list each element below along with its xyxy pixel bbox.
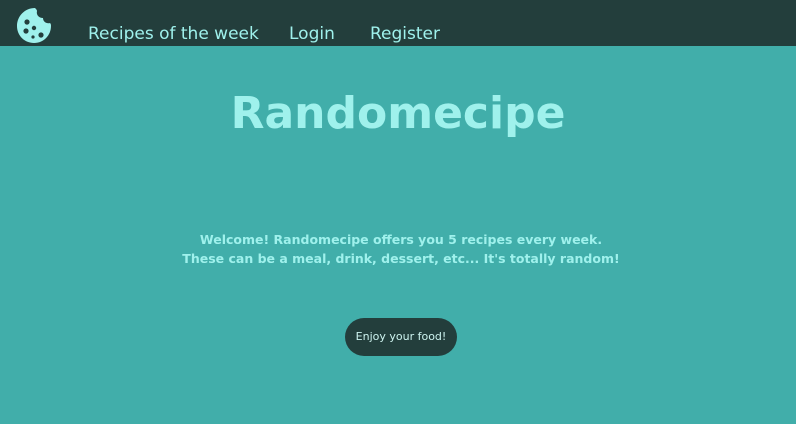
nav-link-login[interactable]: Login — [289, 22, 335, 46]
nav-link-register[interactable]: Register — [370, 22, 440, 46]
top-navbar: Recipes of the week Login Register — [0, 0, 796, 46]
enjoy-your-food-button[interactable]: Enjoy your food! — [345, 318, 457, 356]
nav-link-recipes-of-the-week[interactable]: Recipes of the week — [88, 22, 259, 46]
page-title: Randomecipe — [230, 88, 566, 139]
welcome-text: Welcome! Randomecipe offers you 5 recipe… — [182, 232, 620, 266]
cookie-icon[interactable] — [16, 6, 52, 44]
